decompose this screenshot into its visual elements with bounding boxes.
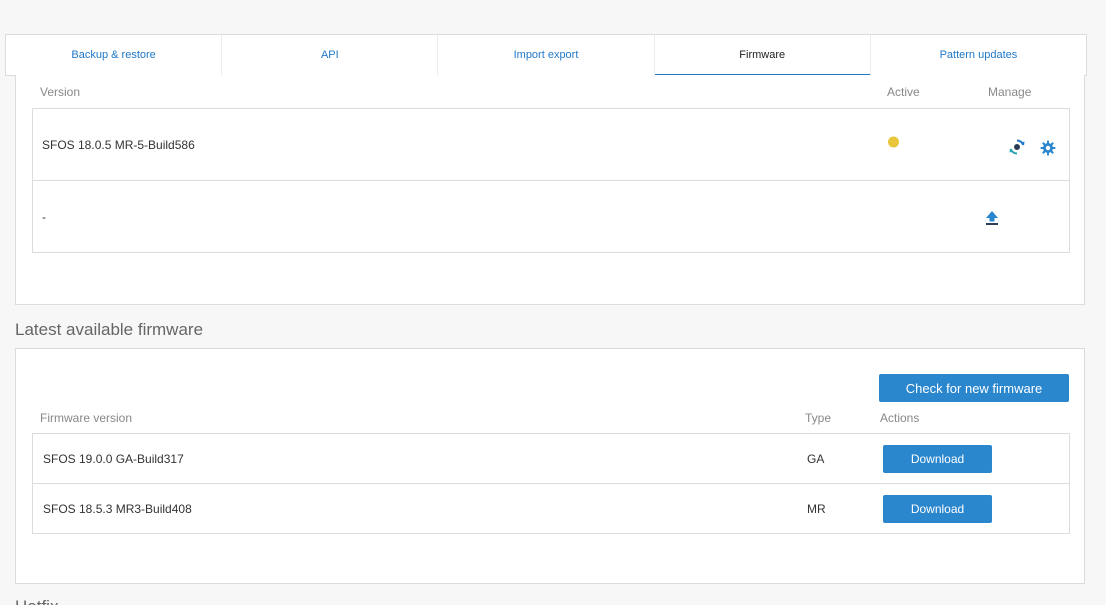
table-row: SFOS 18.5.3 MR3-Build408 MR Download xyxy=(33,484,1069,534)
gear-icon[interactable] xyxy=(1039,139,1057,157)
installed-firmware-table: SFOS 18.0.5 MR-5-Build586 - xyxy=(32,108,1070,253)
table-row: SFOS 19.0.0 GA-Build317 GA Download xyxy=(33,434,1069,484)
firmware-version: SFOS 18.0.5 MR-5-Build586 xyxy=(42,137,195,152)
firmware-type: MR xyxy=(807,502,826,516)
reboot-firmware-icon[interactable] xyxy=(1008,138,1026,156)
active-indicator-icon xyxy=(888,136,899,147)
col-active: Active xyxy=(887,85,920,99)
col-version: Version xyxy=(40,85,81,99)
firmware-version: - xyxy=(42,210,46,224)
upload-firmware-icon[interactable] xyxy=(983,209,1001,227)
check-for-new-firmware-button[interactable]: Check for new firmware xyxy=(879,374,1069,402)
tab-api[interactable]: API xyxy=(222,35,439,75)
download-button[interactable]: Download xyxy=(883,495,992,523)
tab-pattern-updates[interactable]: Pattern updates xyxy=(871,35,1086,75)
tab-bar: Backup & restore API Import export Firmw… xyxy=(5,34,1087,76)
tab-backup-restore[interactable]: Backup & restore xyxy=(6,35,223,75)
col-manage: Manage xyxy=(988,85,1032,99)
col-firmware-version: Firmware version xyxy=(40,411,133,425)
tab-import-export[interactable]: Import export xyxy=(438,35,655,75)
table-row: SFOS 18.0.5 MR-5-Build586 xyxy=(33,109,1069,181)
latest-firmware-table: SFOS 19.0.0 GA-Build317 GA Download SFOS… xyxy=(32,433,1070,534)
section-title-latest-firmware: Latest available firmware xyxy=(15,320,204,339)
latest-firmware-panel: Check for new firmware Firmware version … xyxy=(15,348,1085,584)
firmware-type: GA xyxy=(807,451,825,466)
col-type: Type xyxy=(805,411,832,425)
table-row: - xyxy=(33,181,1069,253)
firmware-version: SFOS 19.0.0 GA-Build317 xyxy=(43,451,184,466)
section-title-hotfix: Hotfix xyxy=(15,597,58,605)
col-actions: Actions xyxy=(880,411,920,425)
tab-firmware[interactable]: Firmware xyxy=(654,35,871,76)
firmware-version: SFOS 18.5.3 MR3-Build408 xyxy=(43,502,192,516)
installed-firmware-panel: Version Active Manage SFOS 18.0.5 MR-5-B… xyxy=(15,75,1085,305)
download-button[interactable]: Download xyxy=(883,445,992,473)
